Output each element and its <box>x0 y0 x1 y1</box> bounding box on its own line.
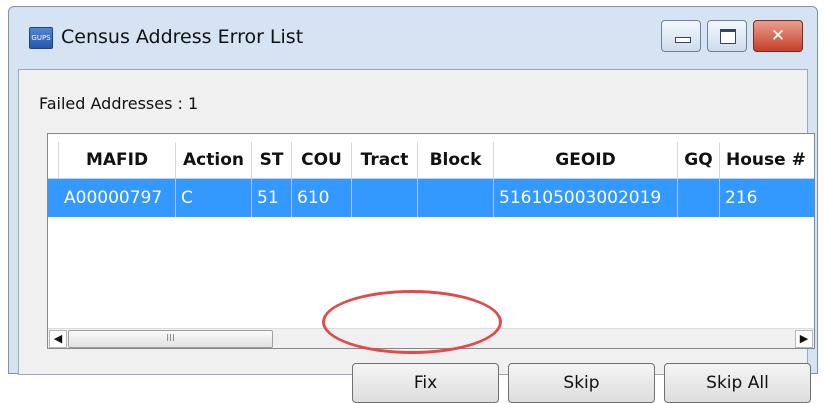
close-icon: ✕ <box>770 26 786 46</box>
fix-button[interactable]: Fix <box>352 363 499 403</box>
horizontal-scrollbar[interactable]: ◀ III ▶ <box>48 328 814 348</box>
cell-gq[interactable] <box>678 179 720 217</box>
skip-all-button[interactable]: Skip All <box>664 363 811 403</box>
census-address-error-window: GUPS Census Address Error List ✕ Failed … <box>8 6 818 403</box>
column-header-mafid[interactable]: MAFID <box>59 142 176 178</box>
column-header-block[interactable]: Block <box>418 142 494 178</box>
minimize-button[interactable] <box>661 20 701 52</box>
error-list-grid[interactable]: MAFID Action ST COU Tract Block GEOID GQ… <box>47 133 815 349</box>
close-button[interactable]: ✕ <box>753 20 803 52</box>
column-header-cou[interactable]: COU <box>292 142 352 178</box>
scroll-thumb[interactable]: III <box>68 330 273 348</box>
row-header-corner <box>48 142 59 178</box>
cell-geoid[interactable]: 516105003002019 <box>494 179 678 217</box>
maximize-button[interactable] <box>707 20 747 52</box>
cell-cou[interactable]: 610 <box>292 179 352 217</box>
cell-st[interactable]: 51 <box>252 179 292 217</box>
scroll-right-button[interactable]: ▶ <box>795 330 813 348</box>
column-header-house-number[interactable]: House # <box>720 142 814 178</box>
column-header-action[interactable]: Action <box>176 142 252 178</box>
column-header-gq[interactable]: GQ <box>678 142 720 178</box>
arrow-right-icon: ▶ <box>799 332 809 345</box>
window-title: Census Address Error List <box>61 26 304 48</box>
column-header-geoid[interactable]: GEOID <box>494 142 678 178</box>
column-header-tract[interactable]: Tract <box>352 142 418 178</box>
cell-action[interactable]: C <box>176 179 252 217</box>
skip-button[interactable]: Skip <box>508 363 655 403</box>
cell-mafid[interactable]: A00000797 <box>59 179 176 217</box>
dialog-body: Failed Addresses : 1 MAFID Action ST COU… <box>18 69 815 403</box>
maximize-icon <box>720 29 736 44</box>
cell-tract[interactable] <box>352 179 418 217</box>
grip-icon: III <box>166 333 175 344</box>
failed-addresses-label: Failed Addresses : 1 <box>39 94 199 113</box>
cell-block[interactable] <box>418 179 494 217</box>
cell-house-number[interactable]: 216 <box>720 179 814 217</box>
minimize-icon <box>675 37 691 43</box>
app-icon: GUPS <box>29 27 53 49</box>
scroll-left-button[interactable]: ◀ <box>49 330 67 348</box>
arrow-left-icon: ◀ <box>53 332 63 345</box>
column-header-st[interactable]: ST <box>252 142 292 178</box>
title-bar[interactable]: GUPS Census Address Error List ✕ <box>9 7 817 69</box>
